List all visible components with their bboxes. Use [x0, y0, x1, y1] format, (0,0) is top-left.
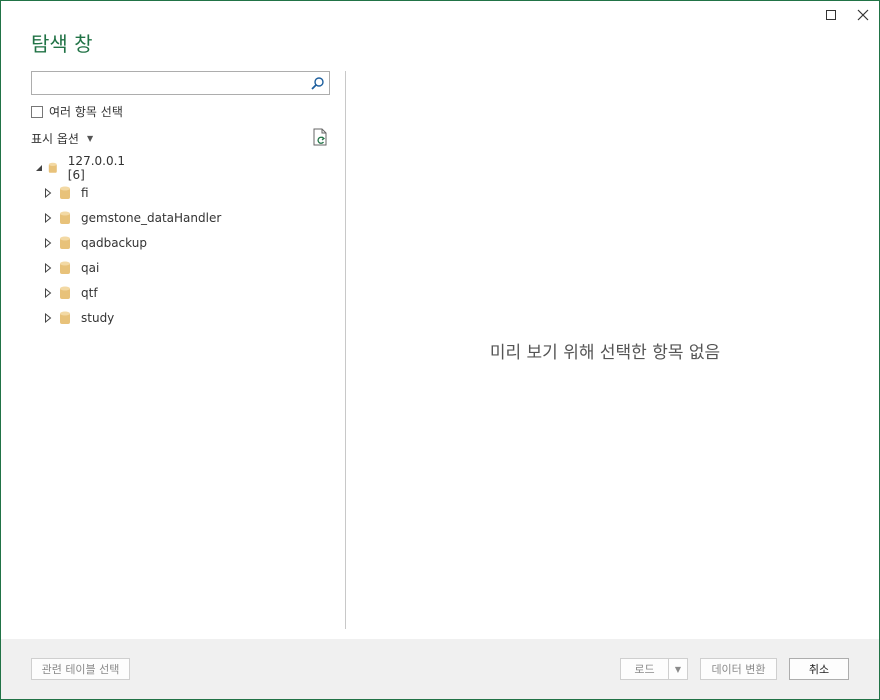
maximize-icon: [826, 10, 836, 20]
database-icon: [60, 236, 70, 249]
close-button[interactable]: [851, 4, 875, 26]
database-icon: [60, 186, 70, 199]
tree-item-label: qtf: [81, 286, 98, 300]
tree-item-label: qadbackup: [81, 236, 147, 250]
tree-item-label: study: [81, 311, 115, 325]
expand-icon[interactable]: [41, 288, 55, 298]
close-icon: [857, 9, 869, 21]
tree-item-database[interactable]: study: [41, 308, 114, 328]
database-icon: [60, 286, 70, 299]
display-options-dropdown[interactable]: 표시 옵션 ▼: [31, 130, 93, 147]
tree-item-label: gemstone_dataHandler: [81, 211, 222, 225]
select-related-tables-button[interactable]: 관련 테이블 선택: [31, 658, 130, 680]
tree-item-label: qai: [81, 261, 100, 275]
tree-root-server[interactable]: 127.0.0.1 [6]: [33, 154, 130, 182]
search-icon[interactable]: [310, 76, 325, 91]
multi-select-option[interactable]: 여러 항목 선택: [31, 103, 123, 120]
tree-item-database[interactable]: qtf: [41, 283, 98, 303]
refresh-icon[interactable]: [312, 128, 329, 147]
search-box: [31, 71, 330, 95]
expand-icon[interactable]: [41, 188, 55, 198]
search-input[interactable]: [32, 72, 308, 94]
transform-data-button[interactable]: 데이터 변환: [700, 658, 777, 680]
cancel-button[interactable]: 취소: [789, 658, 849, 680]
tree-item-label: fi: [81, 186, 89, 200]
window-title: 탐색 창: [31, 32, 93, 56]
expand-icon[interactable]: [41, 313, 55, 323]
preview-empty-message: 미리 보기 위해 선택한 항목 없음: [489, 343, 721, 363]
expand-icon[interactable]: [41, 263, 55, 273]
multi-select-label: 여러 항목 선택: [49, 105, 123, 119]
maximize-button[interactable]: [819, 4, 843, 26]
display-options-label: 표시 옵션: [31, 132, 79, 146]
collapse-icon[interactable]: [33, 164, 44, 172]
database-icon: [60, 261, 70, 274]
tree-item-database[interactable]: fi: [41, 183, 89, 203]
load-options-button[interactable]: ▼: [668, 658, 688, 680]
multi-select-checkbox[interactable]: [31, 105, 43, 118]
expand-icon[interactable]: [41, 213, 55, 223]
database-icon: [60, 211, 70, 224]
tree-root-label: 127.0.0.1 [6]: [67, 154, 126, 182]
expand-icon[interactable]: [41, 238, 55, 248]
tree-item-database[interactable]: qadbackup: [41, 233, 147, 253]
chevron-down-icon: ▼: [674, 664, 682, 674]
load-button[interactable]: 로드: [620, 658, 669, 680]
tree-item-database[interactable]: gemstone_dataHandler: [41, 208, 221, 228]
tree-item-database[interactable]: qai: [41, 258, 99, 278]
database-icon: [60, 311, 70, 324]
database-icon: [49, 162, 57, 173]
chevron-down-icon: ▼: [86, 134, 94, 143]
